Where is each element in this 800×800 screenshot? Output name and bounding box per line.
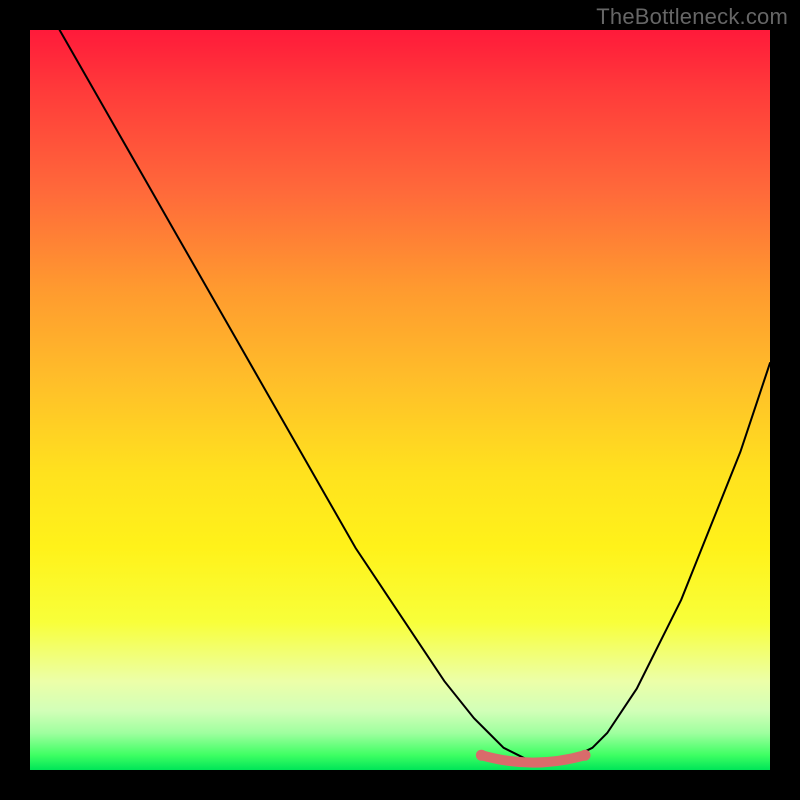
optimal-range-mark — [481, 755, 585, 762]
watermark-text: TheBottleneck.com — [596, 4, 788, 30]
plot-area — [30, 30, 770, 770]
bottleneck-curve — [60, 30, 770, 763]
curve-svg — [30, 30, 770, 770]
optimal-range-end-dot — [580, 750, 591, 761]
chart-container: TheBottleneck.com — [0, 0, 800, 800]
optimal-range-start-dot — [476, 750, 487, 761]
